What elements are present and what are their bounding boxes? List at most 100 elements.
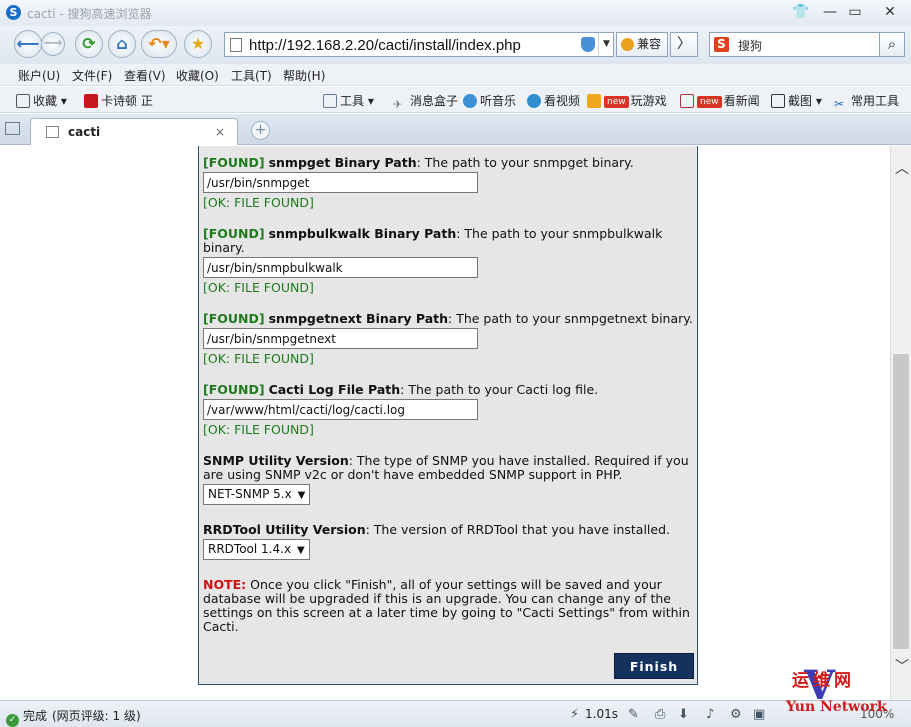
video-icon [527, 94, 541, 108]
news-button[interactable]: new 看新闻 [680, 92, 760, 109]
address-bar[interactable]: http://192.168.2.20/cacti/install/index.… [224, 32, 614, 57]
back-button[interactable]: ⟵ [14, 30, 42, 58]
favorites-menu[interactable]: 收藏 ▾ [16, 92, 67, 109]
cacti-log-section: [FOUND] Cacti Log File Path: The path to… [203, 383, 693, 437]
select-value: NET-SNMP 5.x [208, 487, 292, 501]
bookmark-item[interactable]: 卡诗顿 正 [84, 92, 153, 109]
page-favicon-icon [46, 126, 59, 138]
note-label: NOTE: [203, 577, 247, 592]
games-icon [587, 94, 601, 108]
go-button[interactable]: 〉 [670, 32, 698, 57]
finish-button[interactable]: Finish [614, 653, 694, 679]
message-box-button[interactable]: ✈ 消息盒子 [393, 92, 458, 112]
music-button[interactable]: 听音乐 [463, 92, 516, 109]
setting-desc: : The path to your Cacti log file. [400, 382, 599, 397]
menu-view[interactable]: 查看(V) [124, 67, 166, 84]
found-tag: [FOUND] [203, 226, 265, 241]
install-panel: [FOUND] snmpget Binary Path: The path to… [198, 146, 698, 685]
wrench-icon: ✂ [834, 97, 845, 111]
maximize-button[interactable]: ▭ [842, 2, 868, 22]
bookmarks-toolbar: 收藏 ▾ 卡诗顿 正 工具 ▾ ✈ 消息盒子 听音乐 看视频 new 玩游戏 new… [0, 87, 911, 113]
vertical-scrollbar[interactable]: ︿ ﹀ [890, 146, 911, 700]
new-badge: new [697, 96, 722, 108]
tab-label: cacti [68, 125, 101, 139]
browser-logo-icon: S [6, 5, 21, 20]
compat-mode-button[interactable]: 兼容 [616, 32, 668, 57]
favorite-star-button[interactable]: ★ [184, 30, 212, 58]
menu-file[interactable]: 文件(F) [72, 67, 112, 84]
select-value: RRDTool 1.4.x [208, 542, 292, 556]
window-title: cacti - 搜狗高速浏览器 [27, 7, 152, 21]
snmpbulkwalk-path-input[interactable] [203, 257, 478, 278]
news-icon [680, 94, 694, 108]
snmp-version-section: SNMP Utility Version: The type of SNMP y… [203, 454, 693, 505]
volume-icon[interactable]: ♪ [706, 707, 714, 722]
navigation-bar: ⟵ ⟶ ⟳ ⌂ ↶▾ ★ http://192.168.2.20/cacti/i… [0, 26, 911, 64]
video-label: 看视频 [544, 94, 581, 108]
page-rating[interactable]: (网页评级: 1 级) [52, 707, 141, 724]
forward-nav-button[interactable]: ⟶ [41, 32, 65, 56]
menu-account[interactable]: 账户(U) [18, 67, 60, 84]
toolbox-icon [323, 94, 337, 108]
screenshot-button[interactable]: 截图 ▾ [771, 92, 822, 109]
printer-icon[interactable]: ⎙ [655, 707, 665, 722]
close-window-button[interactable]: ✕ [877, 2, 903, 22]
news-label: 看新闻 [723, 94, 760, 108]
common-tools-label: 常用工具 [851, 94, 900, 108]
settings-icon[interactable]: ⚙ [730, 707, 742, 722]
search-icon[interactable]: ⌕ [879, 32, 905, 57]
setting-name: snmpbulkwalk Binary Path [268, 226, 457, 241]
file-found-status: [OK: FILE FOUND] [203, 195, 314, 210]
tab-close-icon[interactable]: × [215, 125, 225, 139]
address-dropdown-icon[interactable]: ▼ [598, 33, 614, 56]
watermark-cn: 运维网 [792, 671, 855, 691]
cacti-log-path-input[interactable] [203, 399, 478, 420]
music-label: 听音乐 [480, 94, 517, 108]
menu-tools[interactable]: 工具(T) [231, 67, 272, 84]
ie-compat-icon [621, 38, 634, 51]
undo-close-button[interactable]: ↶▾ [141, 30, 177, 58]
download-icon[interactable]: ⬇ [678, 707, 689, 722]
setting-name: SNMP Utility Version [203, 453, 349, 468]
menu-help[interactable]: 帮助(H) [283, 67, 325, 84]
snmpgetnext-path-input[interactable] [203, 328, 478, 349]
common-tools-button[interactable]: ✂ 常用工具 [834, 92, 899, 111]
video-button[interactable]: 看视频 [527, 92, 580, 109]
rrdtool-version-select[interactable]: RRDTool 1.4.x ▼ [203, 539, 310, 560]
snmpbulkwalk-section: [FOUND] snmpbulkwalk Binary Path: The pa… [203, 227, 693, 295]
minimize-button[interactable]: — [817, 2, 843, 22]
speed-icon: ⚡ [570, 707, 580, 722]
window-icon[interactable]: ▣ [753, 707, 765, 722]
tools-menu[interactable]: 工具 ▾ [323, 92, 374, 109]
search-input[interactable]: S 搜狗 [709, 32, 881, 57]
skin-icon[interactable]: 👕 [788, 2, 814, 22]
snmpget-path-input[interactable] [203, 172, 478, 193]
new-badge: new [604, 96, 629, 108]
menu-favorites[interactable]: 收藏(O) [176, 67, 219, 84]
url-text[interactable]: http://192.168.2.20/cacti/install/index.… [249, 37, 521, 54]
found-tag: [FOUND] [203, 382, 265, 397]
setting-name: snmpgetnext Binary Path [268, 311, 449, 326]
edit-icon[interactable]: ✎ [628, 707, 639, 722]
headphones-icon [463, 94, 477, 108]
scrollbar-thumb[interactable] [893, 354, 909, 649]
snmp-version-select[interactable]: NET-SNMP 5.x ▼ [203, 484, 311, 505]
new-tab-icon[interactable]: + [251, 121, 270, 140]
scroll-up-icon[interactable]: ︿ [895, 158, 909, 178]
yunwei-watermark-logo: V 运维网 Yun Network [786, 662, 906, 722]
favorites-label: 收藏 [33, 94, 58, 108]
found-tag: [FOUND] [203, 311, 265, 326]
sidebar-toggle-icon[interactable] [5, 122, 20, 135]
tab-bar: cacti × + [0, 114, 911, 145]
bookmark-label: 卡诗顿 正 [101, 94, 153, 108]
status-bar: ✓ 完成 (网页评级: 1 级) ⚡ 1.01s ✎ ⎙ ⬇ ♪ ⚙ ▣ 100% [0, 700, 911, 727]
page-icon [230, 38, 242, 52]
tab-cacti[interactable]: cacti × [30, 118, 238, 145]
chevron-down-icon: ▼ [297, 490, 306, 501]
home-button[interactable]: ⌂ [108, 30, 136, 58]
refresh-button[interactable]: ⟳ [75, 30, 103, 58]
check-icon: ✓ [6, 714, 19, 727]
watermark-en: Yun Network [786, 699, 887, 715]
games-button[interactable]: new 玩游戏 [587, 92, 667, 109]
security-shield-icon[interactable] [581, 37, 595, 52]
